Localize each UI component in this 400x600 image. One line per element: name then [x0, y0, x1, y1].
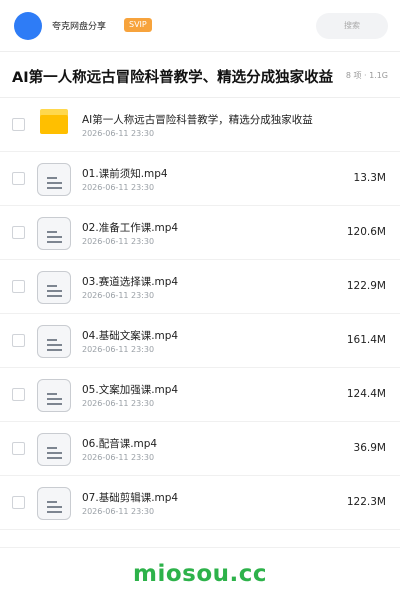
list-item[interactable]: 04.基础文案课.mp4 2026-06-11 23:30 161.4M: [0, 314, 400, 368]
row-checkbox[interactable]: [12, 334, 25, 347]
file-name: 03.赛道选择课.mp4: [82, 276, 179, 288]
file-date: 2026-06-11 23:30: [82, 453, 155, 462]
file-size: 36.9M: [353, 442, 386, 454]
avatar[interactable]: [14, 12, 42, 40]
file-name: 04.基础文案课.mp4: [82, 330, 179, 342]
search-input[interactable]: 搜索: [316, 13, 388, 39]
file-size: 122.3M: [346, 496, 386, 508]
document-icon: [37, 217, 71, 250]
list-item[interactable]: 02.准备工作课.mp4 2026-06-11 23:30 120.6M: [0, 206, 400, 260]
file-date: 2026-06-11 23:30: [82, 183, 155, 192]
file-date: 2026-06-11 23:30: [82, 399, 155, 408]
title-row: AI第一人称远古冒险科普教学、精选分成独家收益 8 项 · 1.1G: [0, 52, 400, 98]
row-checkbox[interactable]: [12, 442, 25, 455]
row-checkbox[interactable]: [12, 388, 25, 401]
file-name: 05.文案加强课.mp4: [82, 384, 179, 396]
file-size: 124.4M: [346, 388, 386, 400]
list-item[interactable]: 05.文案加强课.mp4 2026-06-11 23:30 124.4M: [0, 368, 400, 422]
watermark: miosou.cc: [132, 561, 268, 587]
list-item[interactable]: 06.配音课.mp4 2026-06-11 23:30 36.9M: [0, 422, 400, 476]
list-item[interactable]: 01.课前须知.mp4 2026-06-11 23:30 13.3M: [0, 152, 400, 206]
document-icon: [37, 379, 71, 412]
list-item[interactable]: 03.赛道选择课.mp4 2026-06-11 23:30 122.9M: [0, 260, 400, 314]
list-item[interactable]: 07.基础剪辑课.mp4 2026-06-11 23:30 122.3M: [0, 476, 400, 530]
row-checkbox[interactable]: [12, 172, 25, 185]
row-checkbox[interactable]: [12, 118, 25, 131]
document-icon: [37, 163, 71, 196]
file-size: 161.4M: [346, 334, 386, 346]
file-size: 120.6M: [346, 226, 386, 238]
document-icon: [37, 271, 71, 304]
share-name: 夸克网盘分享: [52, 22, 107, 32]
folder-icon: [40, 109, 68, 134]
file-size: 13.3M: [353, 172, 386, 184]
document-icon: [37, 487, 71, 520]
svip-badge: SVIP: [124, 18, 152, 32]
file-name: 07.基础剪辑课.mp4: [82, 492, 179, 504]
file-name: 01.课前须知.mp4: [82, 168, 168, 180]
file-list: AI第一人称远古冒险科普教学，精选分成独家收益 2026-06-11 23:30…: [0, 98, 400, 530]
file-date: 2026-06-11 23:30: [82, 507, 155, 516]
row-checkbox[interactable]: [12, 280, 25, 293]
footer: miosou.cc: [0, 547, 400, 600]
document-icon: [37, 325, 71, 358]
page-title: AI第一人称远古冒险科普教学、精选分成独家收益: [12, 70, 334, 86]
file-date: 2026-06-11 23:30: [82, 345, 155, 354]
file-date: 2026-06-11 23:30: [82, 291, 155, 300]
file-date: 2026-06-11 23:30: [82, 129, 155, 138]
file-size: 122.9M: [346, 280, 386, 292]
file-name: 02.准备工作课.mp4: [82, 222, 179, 234]
file-name: AI第一人称远古冒险科普教学，精选分成独家收益: [82, 114, 313, 126]
document-icon: [37, 433, 71, 466]
file-name: 06.配音课.mp4: [82, 438, 158, 450]
top-header: 夸克网盘分享 SVIP 搜索: [0, 0, 400, 52]
item-count-meta: 8 项 · 1.1G: [343, 70, 388, 81]
list-item-folder[interactable]: AI第一人称远古冒险科普教学，精选分成独家收益 2026-06-11 23:30: [0, 98, 400, 152]
row-checkbox[interactable]: [12, 226, 25, 239]
file-date: 2026-06-11 23:30: [82, 237, 155, 246]
row-checkbox[interactable]: [12, 496, 25, 509]
